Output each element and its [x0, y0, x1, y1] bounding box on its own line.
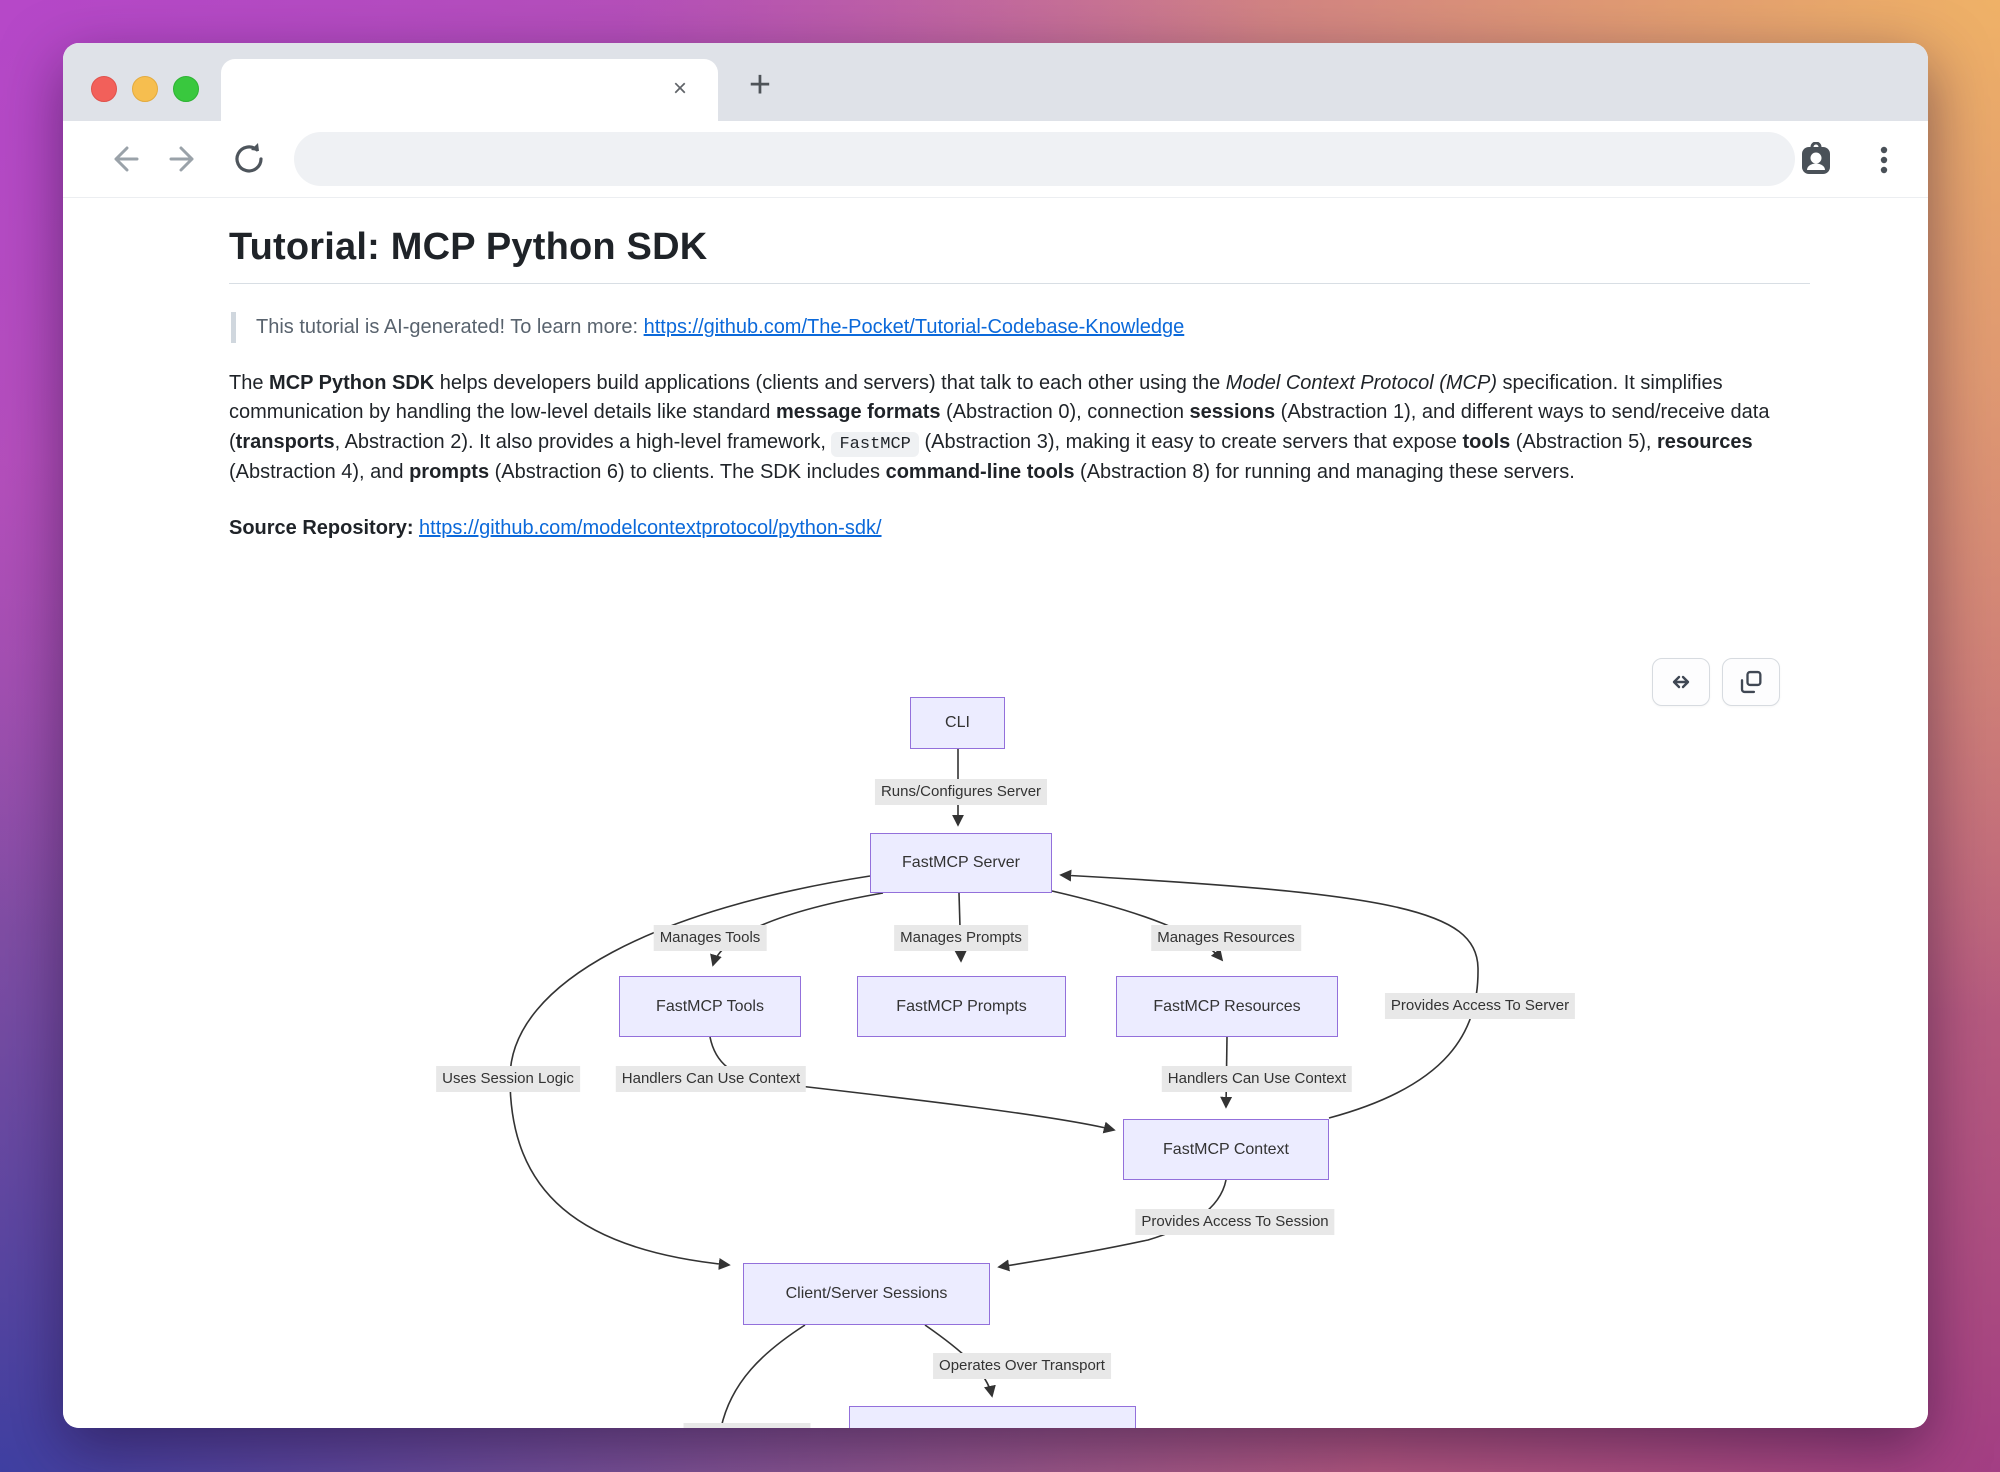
callout-text: This tutorial is AI-generated! To learn …: [256, 316, 644, 338]
node-fastmcp-server: FastMCP Server: [870, 833, 1052, 893]
browser-tab[interactable]: ×: [221, 59, 718, 121]
ai-generated-callout: This tutorial is AI-generated! To learn …: [231, 312, 1810, 343]
browser-window: × + Tutorial: MCP Python SDK: [63, 43, 1928, 1428]
tab-close-icon[interactable]: ×: [664, 73, 696, 105]
page-title: Tutorial: MCP Python SDK: [229, 198, 1810, 284]
edge-label-manages-resources: Manages Resources: [1151, 925, 1301, 951]
browser-toolbar: [63, 121, 1928, 198]
edge-label-runs-configures-server: Runs/Configures Server: [875, 779, 1047, 805]
node-cli: CLI: [910, 697, 1005, 749]
expand-horizontal-icon: [1666, 667, 1696, 697]
node-transport-cutoff: [849, 1406, 1136, 1428]
callout-link[interactable]: https://github.com/The-Pocket/Tutorial-C…: [644, 316, 1185, 338]
source-repository-label: Source Repository:: [229, 517, 419, 539]
node-client-server-sessions: Client/Server Sessions: [743, 1263, 990, 1325]
intro-paragraph: The MCP Python SDK helps developers buil…: [229, 369, 1810, 487]
page-content: Tutorial: MCP Python SDK This tutorial i…: [63, 198, 1928, 1428]
edge-label-uses-session-logic: Uses Session Logic: [436, 1066, 580, 1092]
minimize-window-button[interactable]: [132, 76, 158, 102]
node-fastmcp-context: FastMCP Context: [1123, 1119, 1329, 1180]
maximize-window-button[interactable]: [173, 76, 199, 102]
edge-label-cutoff: [684, 1423, 811, 1428]
node-fastmcp-prompts: FastMCP Prompts: [857, 976, 1066, 1037]
forward-icon[interactable]: [167, 141, 203, 177]
profile-avatar-icon[interactable]: [1798, 142, 1834, 178]
source-repository-line: Source Repository: https://github.com/mo…: [229, 517, 1810, 540]
tab-strip: × +: [63, 43, 1928, 121]
edge-label-operates-over-transport: Operates Over Transport: [933, 1353, 1111, 1379]
new-tab-button[interactable]: +: [735, 61, 785, 111]
back-icon[interactable]: [105, 141, 141, 177]
diagram-copy-button[interactable]: [1722, 658, 1780, 706]
reload-icon[interactable]: [231, 141, 267, 177]
window-controls: [91, 76, 199, 102]
copy-icon: [1737, 668, 1765, 696]
diagram-expand-button[interactable]: [1652, 658, 1710, 706]
edge-label-manages-prompts: Manages Prompts: [894, 925, 1028, 951]
edge-label-handlers-can-use-context-left: Handlers Can Use Context: [616, 1066, 806, 1092]
flowchart-diagram: Runs/Configures Server Manages Tools Man…: [63, 650, 1928, 1428]
close-window-button[interactable]: [91, 76, 117, 102]
node-fastmcp-tools: FastMCP Tools: [619, 976, 801, 1037]
node-fastmcp-resources: FastMCP Resources: [1116, 976, 1338, 1037]
edge-sessions-left: [721, 1325, 805, 1428]
source-repository-link[interactable]: https://github.com/modelcontextprotocol/…: [419, 517, 881, 539]
edge-label-handlers-can-use-context-right: Handlers Can Use Context: [1162, 1066, 1352, 1092]
edge-label-manages-tools: Manages Tools: [654, 925, 767, 951]
address-bar[interactable]: [294, 132, 1795, 186]
menu-kebab-icon[interactable]: [1866, 142, 1902, 178]
flowchart-edges: [63, 650, 1928, 1428]
edge-label-provides-access-to-server: Provides Access To Server: [1385, 993, 1575, 1019]
edge-label-provides-access-to-session: Provides Access To Session: [1135, 1209, 1334, 1235]
